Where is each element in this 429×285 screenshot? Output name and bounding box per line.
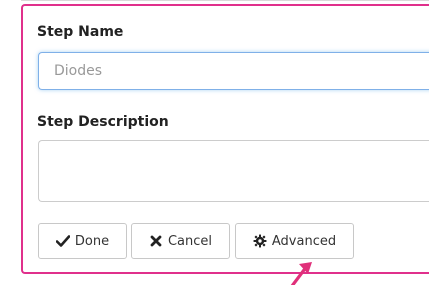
done-button[interactable]: Done [38, 223, 127, 259]
advanced-button-label: Advanced [271, 233, 337, 249]
advanced-button[interactable]: Advanced [235, 223, 354, 259]
check-icon [55, 234, 70, 248]
done-button-label: Done [74, 233, 110, 249]
step-description-input[interactable] [38, 140, 429, 202]
annotation-arrow-icon [290, 262, 312, 285]
cancel-button-label: Cancel [167, 233, 213, 249]
divider [21, 0, 429, 1]
step-name-input[interactable] [38, 52, 429, 90]
cancel-button[interactable]: Cancel [131, 223, 230, 259]
step-editor-page: Step Name Step Description Done Cancel [0, 0, 429, 285]
step-name-label: Step Name [37, 24, 124, 40]
step-description-label: Step Description [37, 114, 169, 130]
close-icon [149, 234, 163, 248]
gear-icon [253, 234, 267, 248]
